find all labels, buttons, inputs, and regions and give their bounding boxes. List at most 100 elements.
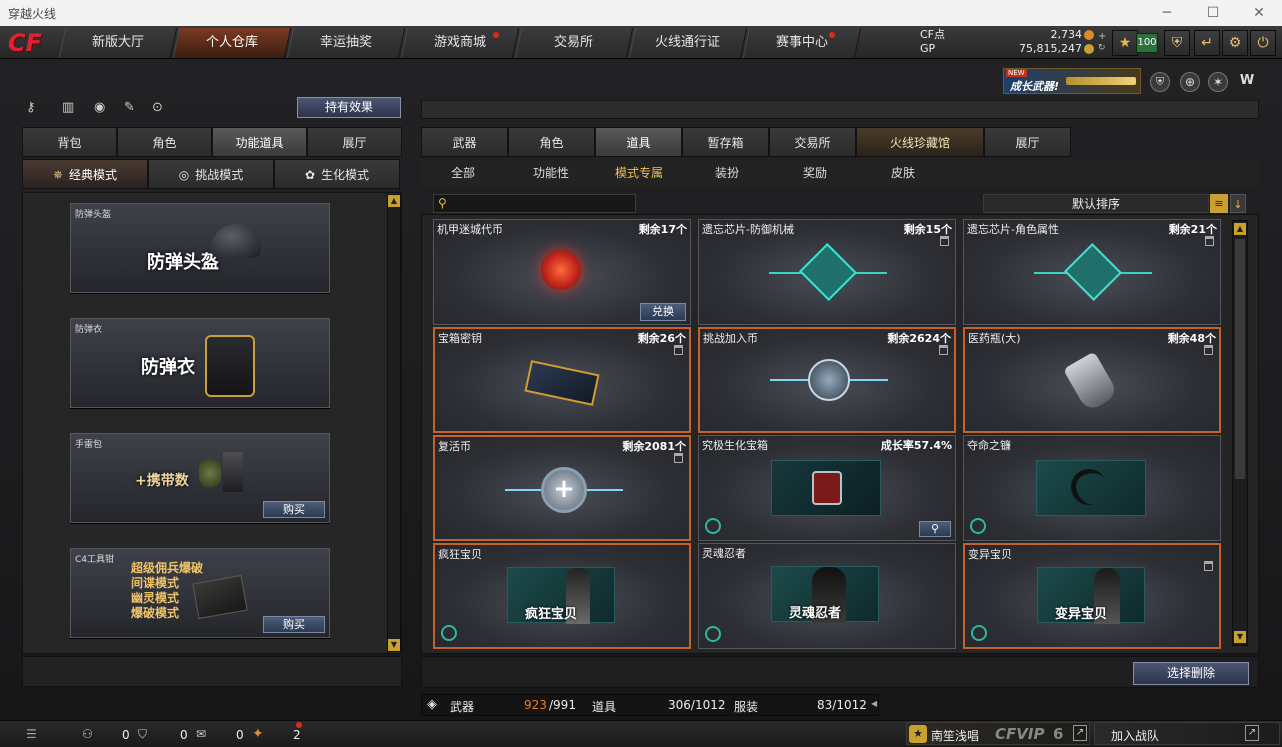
magnify-icon[interactable]: ⚲ bbox=[919, 521, 951, 537]
item-card[interactable]: 夺命之镰 bbox=[963, 435, 1221, 541]
nav-tab-exchange[interactable]: 交易所 bbox=[514, 28, 634, 58]
nav-tab-pass[interactable]: 火线通行证 bbox=[628, 28, 748, 58]
subtab-mode-exclusive[interactable]: 模式专属 bbox=[601, 161, 677, 185]
menu-list-icon[interactable]: ☰ bbox=[26, 727, 37, 741]
shield-small-icon[interactable]: ⛉ bbox=[138, 727, 147, 742]
item-card[interactable]: 复活币 剩余2081个 + bbox=[433, 435, 691, 541]
exchange-button[interactable]: 兑换 bbox=[640, 303, 686, 321]
tab-weapons[interactable]: 武器 bbox=[421, 127, 508, 157]
subtab-all[interactable]: 全部 bbox=[425, 161, 501, 185]
tab-function-items[interactable]: 功能道具 bbox=[212, 127, 307, 157]
mode-tab-challenge[interactable]: ◎ 挑战模式 bbox=[148, 159, 274, 189]
buy-button[interactable]: 购买 bbox=[263, 501, 325, 518]
external-link-icon[interactable]: ↗ bbox=[1073, 725, 1087, 741]
return-icon[interactable]: ↵ bbox=[1194, 30, 1220, 56]
item-card[interactable]: 宝箱密钥 剩余26个 bbox=[433, 327, 691, 433]
friend-count: 0 bbox=[122, 728, 130, 742]
scroll-down-icon[interactable]: ▼ bbox=[1234, 631, 1246, 643]
sort-dropdown[interactable]: 默认排序 bbox=[983, 194, 1209, 213]
trash-icon[interactable] bbox=[940, 236, 949, 246]
cf-points-value: 2,734 bbox=[1050, 28, 1083, 41]
trash-icon[interactable] bbox=[1204, 345, 1213, 355]
tab-items[interactable]: 道具 bbox=[595, 127, 682, 157]
c4-tool-card[interactable]: C4工具钳 超级佣兵爆破 间谍模式 幽灵模式 爆破模式 购买 bbox=[70, 548, 330, 638]
chart-icon[interactable]: ▥ bbox=[62, 100, 74, 115]
external-link-icon[interactable]: ↗ bbox=[1245, 725, 1259, 741]
tab-exchange[interactable]: 交易所 bbox=[769, 127, 856, 157]
item-card[interactable]: 医药瓶(大) 剩余48个 bbox=[963, 327, 1221, 433]
target-icon[interactable]: ⊕ bbox=[1180, 72, 1200, 92]
item-card[interactable]: 遗忘芯片-防御机械 剩余15个 bbox=[698, 219, 956, 325]
item-card[interactable]: 疯狂宝贝 疯狂宝贝 bbox=[433, 543, 691, 649]
nav-tab-lottery[interactable]: 幸运抽奖 bbox=[286, 28, 406, 58]
subtab-rewards[interactable]: 奖励 bbox=[777, 161, 853, 185]
tab-backpack[interactable]: 背包 bbox=[22, 127, 117, 157]
grenade-pack-card[interactable]: 手雷包 +携带数 购买 bbox=[70, 433, 330, 523]
buy-button[interactable]: 购买 bbox=[263, 616, 325, 633]
nav-tab-mall[interactable]: 游戏商城 bbox=[400, 28, 520, 58]
left-scrollbar[interactable]: ▲ ▼ bbox=[387, 194, 401, 652]
chat-icon[interactable]: ✉ bbox=[196, 727, 206, 741]
rank-icon[interactable]: ★ bbox=[1112, 30, 1138, 56]
key-icon[interactable]: ⚷ bbox=[26, 100, 36, 115]
mode-tab-classic[interactable]: ✵ 经典模式 bbox=[22, 159, 148, 189]
growth-weapon-banner[interactable]: NEW 成长武器! bbox=[1003, 68, 1141, 94]
helmet-card[interactable]: 防弹头盔 防弹头盔 bbox=[70, 203, 330, 293]
tab-storage[interactable]: 暂存箱 bbox=[682, 127, 769, 157]
tab-characters[interactable]: 角色 bbox=[508, 127, 595, 157]
trash-icon[interactable] bbox=[939, 345, 948, 355]
trash-icon[interactable] bbox=[674, 453, 683, 463]
minimize-icon[interactable]: ─ bbox=[1144, 2, 1190, 24]
nav-tab-events[interactable]: 赛事中心 bbox=[742, 28, 862, 58]
vest-card[interactable]: 防弹衣 防弹衣 bbox=[70, 318, 330, 408]
scroll-up-icon[interactable]: ▲ bbox=[388, 195, 400, 207]
tab-showroom[interactable]: 展厅 bbox=[307, 127, 402, 157]
wings-icon[interactable]: ✶ bbox=[1208, 72, 1228, 92]
join-team-bar[interactable]: 加入战队 ↗ bbox=[1094, 722, 1280, 745]
tab-character[interactable]: 角色 bbox=[117, 127, 212, 157]
item-card[interactable]: 遗忘芯片-角色属性 剩余21个 bbox=[963, 219, 1221, 325]
item-card[interactable]: 灵魂忍者 灵魂忍者 bbox=[698, 543, 956, 649]
gift-icon[interactable]: ✦ bbox=[252, 726, 264, 742]
list-view-icon[interactable]: ≡ bbox=[1210, 194, 1228, 213]
mouse-icon[interactable]: ⊙ bbox=[152, 100, 163, 115]
power-icon[interactable]: ⏻ bbox=[1250, 30, 1276, 56]
select-delete-button[interactable]: 选择删除 bbox=[1133, 662, 1249, 685]
subtab-skins[interactable]: 皮肤 bbox=[865, 161, 941, 185]
refresh-icon[interactable]: ↻ bbox=[1098, 43, 1108, 53]
shield-badge-icon[interactable]: ⛨ bbox=[1150, 72, 1170, 92]
arrow-left-icon[interactable]: ◀ bbox=[871, 699, 877, 708]
item-card[interactable]: 挑战加入币 剩余2624个 bbox=[698, 327, 956, 433]
nav-tab-lobby[interactable]: 新版大厅 bbox=[58, 28, 178, 58]
add-icon[interactable]: + bbox=[1098, 31, 1108, 42]
holding-effect-button[interactable]: 持有效果 bbox=[297, 97, 401, 118]
nav-tab-warehouse[interactable]: 个人仓库 bbox=[172, 28, 292, 58]
close-icon[interactable]: ✕ bbox=[1236, 2, 1282, 24]
scroll-thumb[interactable] bbox=[1235, 239, 1245, 479]
trash-icon[interactable] bbox=[1204, 561, 1213, 571]
search-input[interactable]: ⚲ bbox=[433, 194, 636, 213]
gear-icon[interactable]: ⚙ bbox=[1222, 30, 1248, 56]
shield-icon[interactable]: ⛨ bbox=[1164, 30, 1190, 56]
scroll-down-icon[interactable]: ▼ bbox=[388, 639, 400, 651]
tab-showroom-right[interactable]: 展厅 bbox=[984, 127, 1071, 157]
trash-icon[interactable] bbox=[1205, 236, 1214, 246]
cf-logo[interactable]: CF bbox=[8, 28, 58, 58]
subtab-dressup[interactable]: 装扮 bbox=[689, 161, 765, 185]
friends-icon[interactable]: ⚇ bbox=[82, 727, 93, 741]
eye-icon[interactable]: ◉ bbox=[94, 100, 105, 115]
mode-tab-zombie[interactable]: ✿ 生化模式 bbox=[274, 159, 400, 189]
item-card[interactable]: 机甲迷城代币 剩余17个 兑换 bbox=[433, 219, 691, 325]
tab-collection[interactable]: 火线珍藏馆 bbox=[856, 127, 984, 157]
sort-direction-icon[interactable]: ↓ bbox=[1230, 194, 1246, 213]
grid-scrollbar[interactable]: ▲ ▼ bbox=[1232, 220, 1248, 646]
item-card[interactable]: 变异宝贝 变异宝贝 bbox=[963, 543, 1221, 649]
player-card[interactable]: ★ 南笙浅唱 CFVIP 6 ↗ bbox=[906, 722, 1090, 745]
trash-icon[interactable] bbox=[674, 345, 683, 355]
subtab-functional[interactable]: 功能性 bbox=[513, 161, 589, 185]
item-card[interactable]: 究极生化宝箱 成长率57.4% ⚲ bbox=[698, 435, 956, 541]
maximize-icon[interactable]: ☐ bbox=[1190, 2, 1236, 24]
scroll-up-icon[interactable]: ▲ bbox=[1234, 223, 1246, 235]
w-logo-icon[interactable]: W bbox=[1236, 72, 1258, 92]
spray-icon[interactable]: ✎ bbox=[124, 100, 135, 115]
